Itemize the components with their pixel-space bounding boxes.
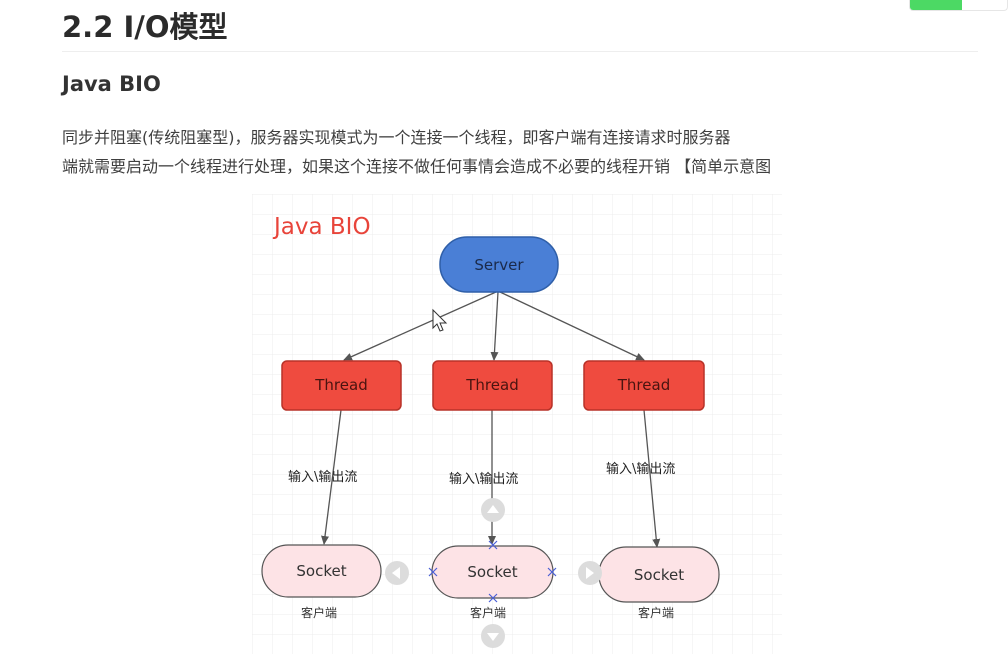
progress-bar — [910, 0, 962, 10]
thread-label-3: Thread — [617, 376, 671, 394]
socket-label-2: Socket — [467, 563, 518, 581]
socket-caption-2: 客户端 — [470, 606, 507, 620]
edge-label-3: 输入\输出流 — [606, 462, 676, 477]
thread-label-2: Thread — [466, 376, 519, 394]
paragraph-line-1: 同步并阻塞(传统阻塞型)，服务器实现模式为一个连接一个线程，即客户端有连接请求时… — [62, 128, 731, 147]
subsection-title: Java BIO — [62, 72, 161, 96]
heading-divider — [62, 51, 978, 52]
socket-label-1: Socket — [296, 562, 347, 580]
description-paragraph: 同步并阻塞(传统阻塞型)，服务器实现模式为一个连接一个线程，即客户端有连接请求时… — [62, 123, 982, 181]
edge-label-1: 输入\输出流 — [288, 470, 358, 485]
diagram-title: Java BIO — [274, 214, 371, 240]
edge-label-2: 输入\输出流 — [449, 472, 519, 487]
thread-label-1: Thread — [315, 376, 368, 394]
server-label: Server — [474, 256, 524, 274]
bio-diagram: Java BIO Server Thread Thread Thread 输入\… — [252, 194, 782, 654]
section-title: 2.2 I/O模型 — [62, 10, 228, 44]
top-right-widget[interactable] — [909, 0, 1008, 11]
socket-label-3: Socket — [633, 566, 685, 584]
paragraph-line-2: 端就需要启动一个线程进行处理，如果这个连接不做任何事情会造成不必要的线程开销 【… — [62, 157, 772, 176]
socket-caption-3: 客户端 — [638, 606, 675, 620]
socket-caption-1: 客户端 — [301, 606, 338, 620]
